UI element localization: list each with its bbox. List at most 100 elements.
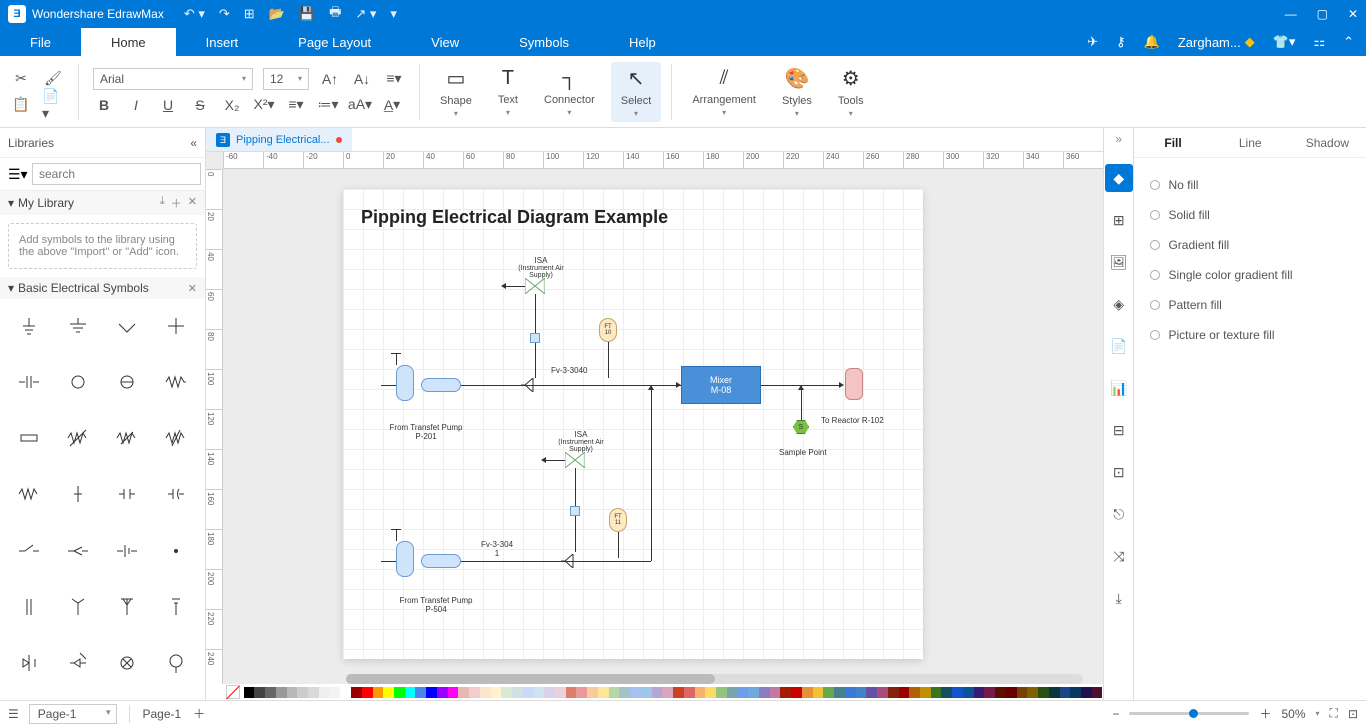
page-tab[interactable]: Page-1 xyxy=(142,707,181,721)
redo-button[interactable]: ↷ xyxy=(219,6,230,22)
shirt-icon[interactable]: 👕▾ xyxy=(1273,34,1296,50)
symbol-antenna[interactable] xyxy=(53,584,102,630)
color-swatch[interactable] xyxy=(780,687,791,698)
color-swatch[interactable] xyxy=(931,687,942,698)
menu-file[interactable]: File xyxy=(0,28,81,56)
collapse-left-panel[interactable]: « xyxy=(190,136,197,150)
text-case-button[interactable]: aA▾ xyxy=(349,94,371,116)
color-swatch[interactable] xyxy=(458,687,469,698)
h-scrollbar[interactable] xyxy=(346,674,1083,684)
tools-tool[interactable]: ⚙Tools▾ xyxy=(828,62,874,122)
arrangement-tool[interactable]: ⫽Arrangement▾ xyxy=(682,63,766,121)
color-swatch[interactable] xyxy=(523,687,534,698)
symbol-cap3[interactable] xyxy=(152,471,201,517)
color-swatch[interactable] xyxy=(941,687,952,698)
symbol-circle[interactable] xyxy=(53,359,102,405)
user-menu[interactable]: Zargham... ◆ xyxy=(1178,34,1255,50)
picture-fill-option[interactable]: Picture or texture fill xyxy=(1150,320,1350,350)
symbol-var-resistor[interactable] xyxy=(53,415,102,461)
color-swatch[interactable] xyxy=(995,687,1006,698)
bell-icon[interactable]: 🔔 xyxy=(1144,34,1160,50)
color-swatch[interactable] xyxy=(899,687,910,698)
color-swatch[interactable] xyxy=(297,687,308,698)
font-color-button[interactable]: A▾ xyxy=(381,94,403,116)
layout-panel-button[interactable]: ⊡ xyxy=(1105,458,1133,486)
zoom-value[interactable]: 50% xyxy=(1281,707,1305,721)
menu-view[interactable]: View xyxy=(401,28,489,56)
color-swatch[interactable] xyxy=(426,687,437,698)
share-icon[interactable]: ⚷ xyxy=(1116,34,1126,50)
collapse-ribbon[interactable]: ⌃ xyxy=(1343,34,1354,50)
symbol-ground[interactable] xyxy=(4,303,53,349)
print-button[interactable]: 🖶 xyxy=(329,3,341,25)
font-name-select[interactable]: Arial▾ xyxy=(93,68,253,90)
color-swatch[interactable] xyxy=(630,687,641,698)
new-button[interactable]: ⊞ xyxy=(244,6,255,22)
color-swatch[interactable] xyxy=(888,687,899,698)
symbol-var-resistor2[interactable] xyxy=(103,415,152,461)
symbol-cap2[interactable] xyxy=(103,471,152,517)
close-section2-icon[interactable]: ✕ xyxy=(188,282,197,295)
tree-panel-button[interactable]: ⎋ xyxy=(1105,500,1133,528)
color-swatch[interactable] xyxy=(920,687,931,698)
symbol-bulb[interactable] xyxy=(152,640,201,686)
color-swatch[interactable] xyxy=(534,687,545,698)
select-tool[interactable]: ↖Select▾ xyxy=(611,62,662,122)
symbol-ground2[interactable] xyxy=(53,303,102,349)
color-swatch[interactable] xyxy=(802,687,813,698)
shape-tool[interactable]: ▭Shape▾ xyxy=(430,62,482,122)
symbol-crystal[interactable] xyxy=(152,584,201,630)
color-swatch[interactable] xyxy=(244,687,255,698)
color-swatch[interactable] xyxy=(576,687,587,698)
search-input[interactable] xyxy=(32,163,201,185)
add-page-button[interactable]: ＋ xyxy=(193,705,205,722)
library-menu-icon[interactable]: ☰▾ xyxy=(8,166,26,183)
strike-button[interactable]: S xyxy=(189,94,211,116)
minimize-button[interactable]: — xyxy=(1285,7,1297,21)
color-swatch[interactable] xyxy=(877,687,888,698)
bullets-button[interactable]: ≔▾ xyxy=(317,94,339,116)
italic-button[interactable]: I xyxy=(125,94,147,116)
symbol-antenna2[interactable] xyxy=(103,584,152,630)
gradient-fill-option[interactable]: Gradient fill xyxy=(1150,230,1350,260)
layers-panel-button[interactable]: ◈ xyxy=(1105,290,1133,318)
color-swatch[interactable] xyxy=(705,687,716,698)
undo-button[interactable]: ↶ ▾ xyxy=(184,6,205,22)
chart-panel-button[interactable]: 📊 xyxy=(1105,374,1133,402)
color-swatch[interactable] xyxy=(974,687,985,698)
zoom-out-button[interactable]: − xyxy=(1112,707,1119,721)
color-swatch[interactable] xyxy=(265,687,276,698)
menu-symbols[interactable]: Symbols xyxy=(489,28,599,56)
pattern-fill-option[interactable]: Pattern fill xyxy=(1150,290,1350,320)
symbol-led[interactable] xyxy=(53,640,102,686)
import-icon[interactable]: ⤓ xyxy=(160,195,165,211)
color-swatch[interactable] xyxy=(738,687,749,698)
styles-tool[interactable]: 🎨Styles▾ xyxy=(772,62,822,122)
color-swatch[interactable] xyxy=(791,687,802,698)
fill-panel-button[interactable]: ◆ xyxy=(1105,164,1133,192)
page[interactable]: Pipping Electrical Diagram Example ISA(I… xyxy=(343,189,923,659)
symbol-lamp[interactable] xyxy=(103,640,152,686)
color-swatch[interactable] xyxy=(308,687,319,698)
color-swatch[interactable] xyxy=(373,687,384,698)
color-swatch[interactable] xyxy=(866,687,877,698)
bold-button[interactable]: B xyxy=(93,94,115,116)
color-swatch[interactable] xyxy=(716,687,727,698)
color-swatch[interactable] xyxy=(1049,687,1060,698)
image-panel-button[interactable]: 🖼 xyxy=(1105,248,1133,276)
color-swatch[interactable] xyxy=(1017,687,1028,698)
cut-button[interactable]: ✂ xyxy=(10,68,32,90)
color-swatch[interactable] xyxy=(1092,687,1103,698)
connector-tool[interactable]: ┐Connector▾ xyxy=(534,63,605,121)
color-swatch[interactable] xyxy=(619,687,630,698)
no-fill-option[interactable]: No fill xyxy=(1150,170,1350,200)
expand-right-panel[interactable]: » xyxy=(1115,132,1122,146)
line-spacing-button[interactable]: ≡▾ xyxy=(285,94,307,116)
fit-page-button[interactable]: ⛶ xyxy=(1330,706,1338,721)
color-swatch[interactable] xyxy=(823,687,834,698)
export-button[interactable]: ↗ ▾ xyxy=(355,6,376,22)
color-swatch[interactable] xyxy=(834,687,845,698)
paste-button[interactable]: 📄▾ xyxy=(42,94,64,116)
open-button[interactable]: 📂 xyxy=(269,6,285,22)
export-panel-button[interactable]: ⤓ xyxy=(1105,584,1133,612)
